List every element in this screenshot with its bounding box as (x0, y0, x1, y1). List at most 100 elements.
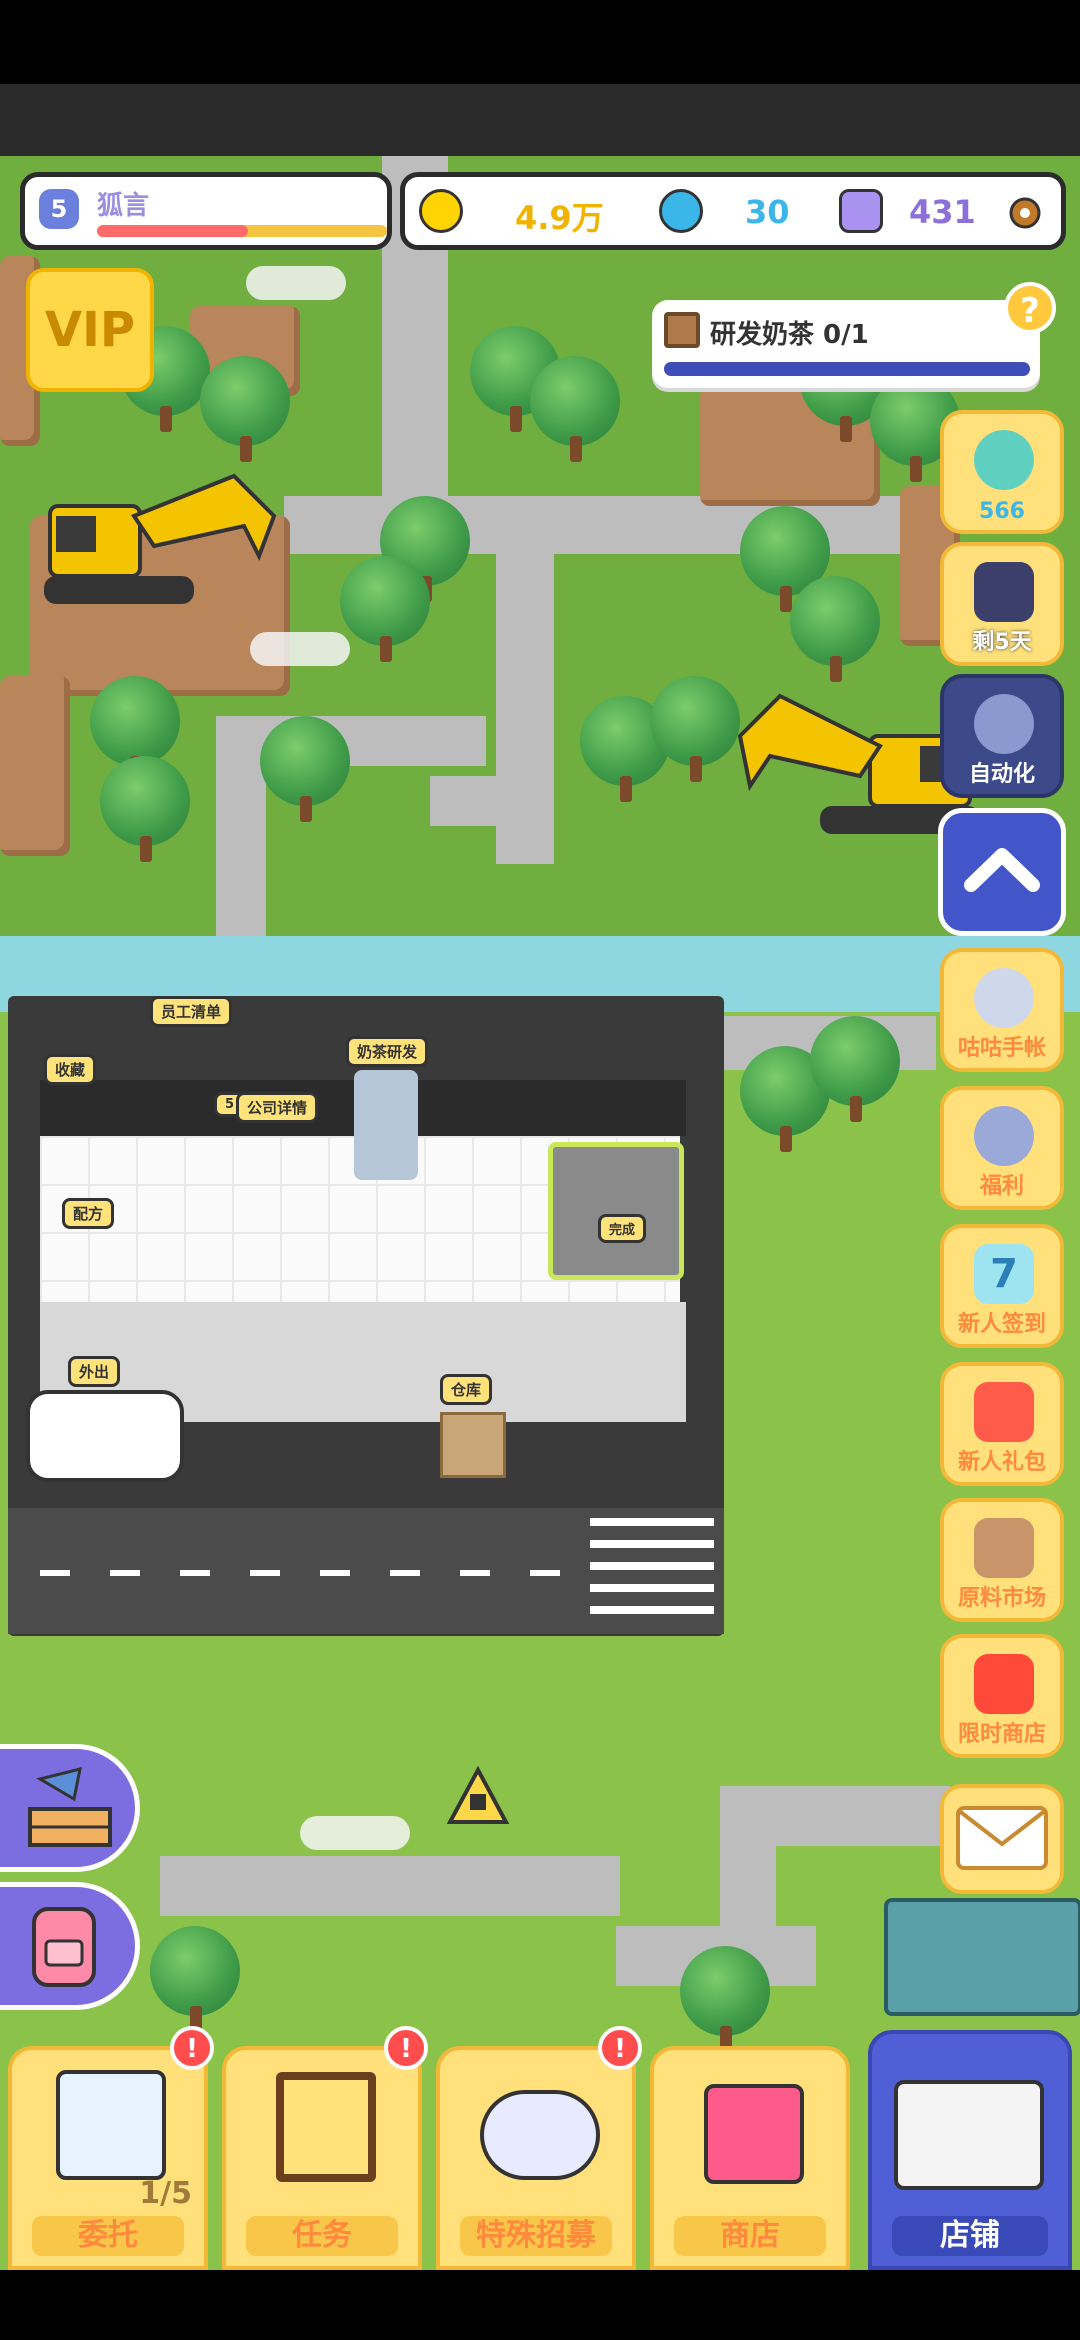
tree (810, 1016, 900, 1122)
store-front-icon (894, 2080, 1044, 2190)
tasks-alert-badge: ! (384, 2026, 428, 2070)
lane-dash (40, 1570, 70, 1576)
tab-tasks[interactable]: ! 任务 (222, 2026, 428, 2270)
lane-dash (110, 1570, 140, 1576)
giftpack-button[interactable]: 新人礼包 (940, 1362, 1064, 1486)
tab-commission[interactable]: 1/5 ! 委托 (8, 2026, 214, 2270)
staff-list-label[interactable]: 员工清单 (150, 996, 233, 1027)
milk-tea-research-label[interactable]: 奶茶研发 (346, 1036, 429, 1067)
handbook-label: 咕咕手帐 (957, 1036, 1046, 1061)
tree (150, 1926, 240, 2032)
shopping-bag-icon (704, 2084, 804, 2184)
cat-icon (974, 694, 1034, 754)
lane-dash (460, 1570, 490, 1576)
crosswalk-stripe (590, 1606, 714, 1614)
done-label[interactable]: 完成 (598, 1214, 647, 1243)
quest-progress-bar (664, 362, 1030, 376)
tree (680, 1946, 770, 2052)
help-button[interactable]: ? (1004, 282, 1056, 334)
tab-special-recruit-label: 特殊招募 (460, 2216, 612, 2256)
road (160, 1856, 620, 1916)
quest-title: 研发奶茶 0/1 (710, 320, 869, 350)
vip-button[interactable]: VIP (26, 268, 154, 392)
quest-box-icon (664, 312, 700, 348)
tea-counter-button[interactable]: 566 (940, 410, 1064, 534)
thumbs-up-icon (974, 562, 1034, 622)
handbook-button[interactable]: 咕咕手帐 (940, 948, 1064, 1072)
player-panel[interactable]: 5 狐言 (20, 172, 392, 250)
tree (90, 676, 180, 782)
gem-icon[interactable] (839, 189, 883, 233)
scroll-icon (56, 2070, 166, 2180)
gem-value: 431 (909, 193, 976, 231)
tree (340, 556, 430, 662)
tree (200, 356, 290, 462)
cloud (300, 1816, 410, 1850)
market-label: 原料市场 (957, 1586, 1046, 1611)
tab-special-recruit[interactable]: ! 特殊招募 (436, 2026, 642, 2270)
market-button[interactable]: 原料市场 (940, 1498, 1064, 1622)
crosswalk-stripe (590, 1540, 714, 1548)
recipe-label[interactable]: 配方 (62, 1198, 115, 1229)
currency-panel: 4.9万 30 431 (400, 172, 1066, 250)
tab-store[interactable]: 店铺 (868, 2030, 1072, 2270)
checkin-label: 新人签到 (957, 1312, 1046, 1337)
tree (530, 356, 620, 462)
dirt-mound (0, 676, 70, 856)
quest-progress-fill (664, 362, 1030, 376)
tree (100, 756, 190, 862)
mail-button[interactable] (940, 1784, 1064, 1894)
top-inset (0, 84, 1080, 156)
research-machine[interactable] (548, 1142, 684, 1280)
bird-icon (974, 968, 1034, 1028)
go-out-label[interactable]: 外出 (68, 1356, 121, 1387)
quest-tracker[interactable]: 研发奶茶 0/1 (652, 300, 1040, 388)
potion-icon[interactable] (659, 189, 703, 233)
backpack-button[interactable] (0, 1882, 140, 2010)
excavator (44, 473, 277, 604)
gold-value: 4.9万 (515, 199, 604, 237)
gear-icon[interactable] (1005, 193, 1045, 233)
build-button[interactable] (0, 1744, 140, 1872)
company-details-label[interactable]: 公司详情 (236, 1092, 319, 1123)
system-nav-bar (0, 2270, 1080, 2340)
brick-trowel-icon (28, 1766, 112, 1847)
collapse-up-button[interactable] (938, 808, 1066, 936)
auto-label: 自动化 (968, 762, 1035, 787)
auto-button[interactable]: 自动化 (940, 674, 1064, 798)
envelope-icon (956, 1806, 1048, 1870)
cloud (250, 632, 350, 666)
tab-commission-label: 委托 (32, 2216, 184, 2256)
special-recruit-alert-badge: ! (598, 2026, 642, 2070)
status-bar (0, 0, 1080, 84)
lane-dash (250, 1570, 280, 1576)
commission-alert-badge: ! (170, 2026, 214, 2070)
giftpack-label: 新人礼包 (957, 1450, 1046, 1475)
cat-envelope-icon (974, 1106, 1034, 1166)
potion-value: 30 (745, 193, 790, 231)
warehouse-box[interactable] (440, 1412, 506, 1478)
boost-button[interactable]: 剩5天 (940, 542, 1064, 666)
gold-coin-icon[interactable] (419, 189, 463, 233)
warehouse-label[interactable]: 仓库 (440, 1374, 493, 1405)
welfare-label: 福利 (979, 1174, 1024, 1199)
bus-stop (884, 1898, 1080, 2016)
road (430, 776, 550, 826)
tea-machine[interactable] (354, 1070, 418, 1180)
tab-shop[interactable]: 商店 (650, 2046, 850, 2270)
collection-label[interactable]: 收藏 (44, 1054, 97, 1085)
delivery-van[interactable] (26, 1390, 184, 1482)
construction-warning-icon[interactable] (446, 1766, 510, 1826)
player-name: 狐言 (97, 191, 150, 221)
lane-dash (530, 1570, 560, 1576)
checkin-button[interactable]: 7 新人签到 (940, 1224, 1064, 1348)
welfare-button[interactable]: 福利 (940, 1086, 1064, 1210)
player-level-badge: 5 (39, 189, 79, 229)
cat-bathtub-icon (480, 2090, 600, 2180)
gift-box-icon (974, 1382, 1034, 1442)
lane-dash (180, 1570, 210, 1576)
tree (260, 716, 350, 822)
limited-shop-button[interactable]: 限时商店 (940, 1634, 1064, 1758)
crosswalk-stripe (590, 1518, 714, 1526)
clipboard-icon (276, 2072, 376, 2182)
